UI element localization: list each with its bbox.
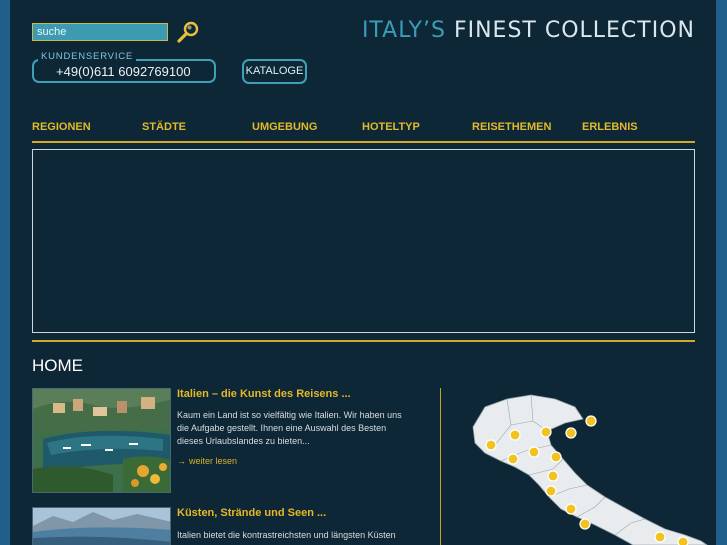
hotel-marker[interactable] — [565, 503, 577, 515]
hotel-marker[interactable] — [565, 427, 577, 439]
hotel-marker[interactable] — [654, 531, 666, 543]
nav-item-regionen[interactable]: REGIONEN — [32, 121, 91, 133]
hotel-marker[interactable] — [509, 429, 521, 441]
article-text: Italien bietet die kontrastreichsten und… — [177, 529, 422, 542]
article-text: Kaum ein Land ist so vielfältig wie Ital… — [177, 409, 422, 448]
article-text-line: dieses Urlaubslandes zu bieten... — [177, 436, 310, 446]
column-divider — [440, 388, 441, 545]
hotel-marker[interactable] — [507, 453, 519, 465]
content-divider — [32, 340, 695, 342]
page-frame: KUNDENSERVICE +49(0)611 6092769100 KATAL… — [10, 0, 716, 545]
hotel-marker[interactable] — [550, 451, 562, 463]
hotel-marker[interactable] — [528, 446, 540, 458]
article-text-line: Kaum ein Land ist so vielfältig wie Ital… — [177, 410, 402, 420]
arrow-icon: → — [177, 456, 186, 466]
search-input[interactable] — [32, 23, 168, 41]
italy-map[interactable] — [455, 385, 715, 545]
nav-item-hoteltyp[interactable]: HOTELTYP — [362, 121, 420, 133]
nav-item-umgebung[interactable]: UMGEBUNG — [252, 121, 317, 133]
hotel-marker[interactable] — [540, 426, 552, 438]
magnifier-icon — [177, 21, 199, 43]
banner-area — [32, 149, 695, 333]
article-title[interactable]: Küsten, Strände und Seen ... — [177, 507, 326, 519]
read-more-link[interactable]: → weiter lesen — [177, 456, 237, 466]
logo-text-finest-collection: FINEST COLLECTION — [453, 18, 695, 43]
site-logo[interactable]: ITALY’S FINEST COLLECTION — [362, 18, 695, 43]
article-text-line: Italien bietet die kontrastreichsten und… — [177, 530, 396, 540]
nav-item-staedte[interactable]: STÄDTE — [142, 121, 186, 133]
customer-service-phone[interactable]: +49(0)611 6092769100 — [56, 64, 191, 79]
hotel-marker[interactable] — [677, 536, 689, 545]
main-navigation: REGIONEN STÄDTE UMGEBUNG HOTELTYP REISET… — [32, 121, 695, 133]
page-title: HOME — [32, 356, 83, 375]
nav-divider — [32, 141, 695, 143]
article-text-line: die Aufgabe gestellt. Ihnen eine Auswahl… — [177, 423, 387, 433]
article-image-coast[interactable] — [32, 507, 171, 545]
hotel-marker[interactable] — [547, 470, 559, 482]
hotel-marker[interactable] — [585, 415, 597, 427]
article-image-harbor[interactable] — [32, 388, 171, 493]
nav-item-reisethemen[interactable]: REISETHEMEN — [472, 121, 551, 133]
article-title[interactable]: Italien – die Kunst des Reisens ... — [177, 388, 351, 400]
catalog-button[interactable]: KATALOGE — [242, 59, 307, 84]
search-button[interactable] — [175, 20, 201, 44]
nav-item-erlebnis[interactable]: ERLEBNIS — [582, 121, 638, 133]
hotel-marker[interactable] — [545, 485, 557, 497]
read-more-label: weiter lesen — [189, 456, 238, 466]
hotel-marker[interactable] — [579, 518, 591, 530]
customer-service-label: KUNDENSERVICE — [38, 51, 137, 62]
logo-text-italys: ITALY’S — [361, 18, 446, 43]
hotel-marker[interactable] — [485, 439, 497, 451]
